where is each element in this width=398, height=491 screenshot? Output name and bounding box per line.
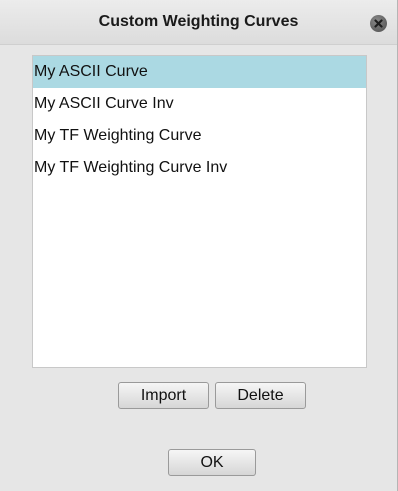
close-button[interactable] — [370, 15, 387, 32]
list-item[interactable]: My TF Weighting Curve — [33, 120, 366, 152]
custom-weighting-curves-dialog: Custom Weighting Curves My ASCII Curve M… — [0, 0, 398, 491]
dialog-title: Custom Weighting Curves — [98, 13, 299, 30]
list-item[interactable]: My ASCII Curve — [33, 56, 366, 88]
list-item[interactable]: My ASCII Curve Inv — [33, 88, 366, 120]
import-button[interactable]: Import — [118, 382, 209, 409]
close-icon — [374, 19, 383, 28]
list-item[interactable]: My TF Weighting Curve Inv — [33, 152, 366, 184]
title-bar: Custom Weighting Curves — [0, 0, 397, 45]
curves-list[interactable]: My ASCII Curve My ASCII Curve Inv My TF … — [32, 55, 367, 368]
ok-button[interactable]: OK — [168, 449, 256, 476]
delete-button[interactable]: Delete — [215, 382, 306, 409]
